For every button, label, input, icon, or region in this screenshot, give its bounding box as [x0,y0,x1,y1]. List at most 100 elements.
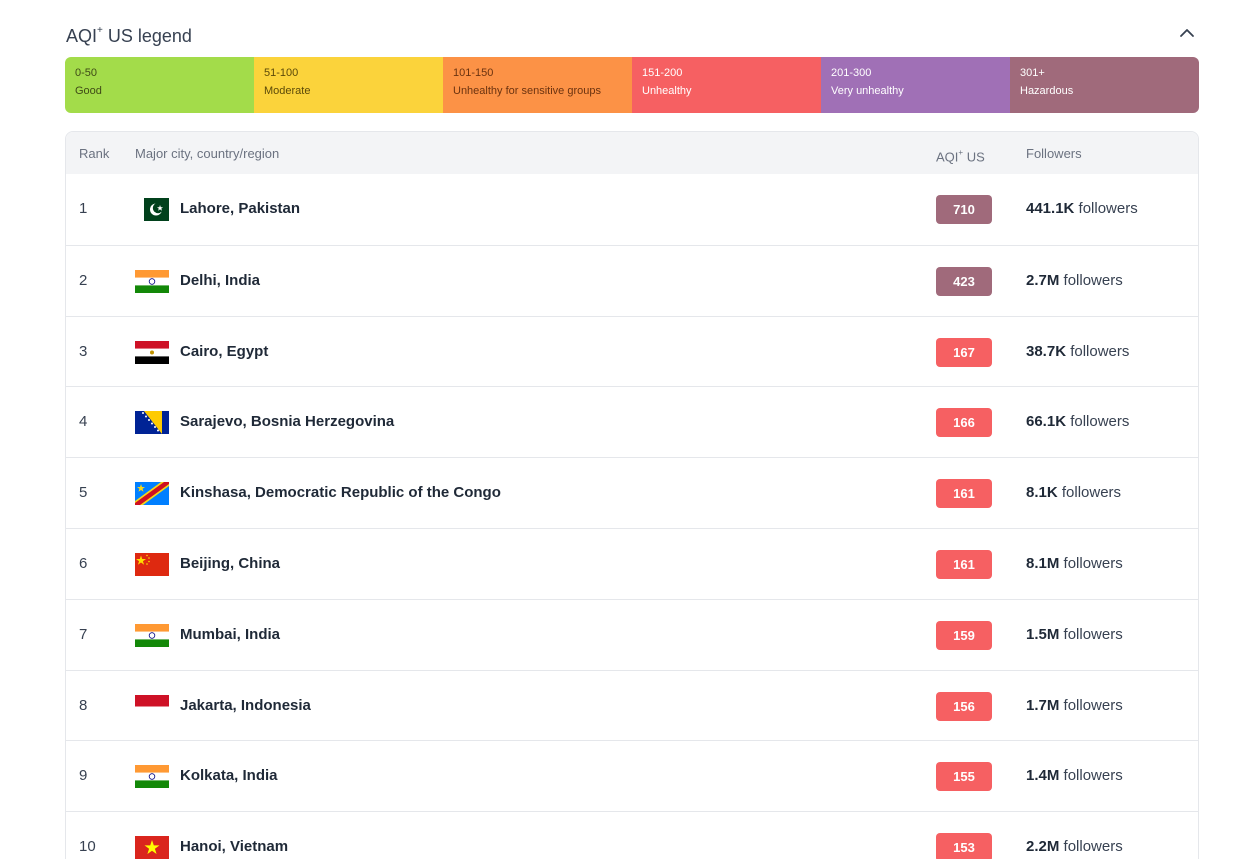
city-link[interactable]: Beijing, China [180,529,280,599]
table-row[interactable]: 7 Mumbai, India 159 1.5M followers [66,598,1198,670]
city-link[interactable]: Hanoi, Vietnam [180,812,288,859]
flag-icon [135,482,169,506]
aqi-badge: 166 [936,408,992,438]
legend-unhealthy-sensitive: 101-150 Unhealthy for sensitive groups [443,57,632,113]
legend-unhealthy: 151-200 Unhealthy [632,57,821,113]
followers-cell: 1.7M followers [1026,671,1123,741]
aqi-badge: 156 [936,691,992,721]
city-link[interactable]: Sarajevo, Bosnia Herzegovina [180,387,394,457]
followers-count: 1.5M [1026,625,1060,643]
rank-cell: 6 [79,554,88,572]
legend-label: Good [75,85,102,97]
table-row[interactable]: 2 Delhi, India 423 2.7M followers [66,244,1198,316]
rank-cell: 9 [79,767,88,785]
legend-range: 51-100 [264,67,299,79]
flag-icon [135,694,169,718]
header-aqi-suffix: US [963,149,985,165]
legend-range: 301+ [1020,67,1045,79]
followers-count: 8.1K [1026,484,1058,502]
flag-icon [135,269,169,293]
followers-cell: 8.1M followers [1026,529,1123,599]
followers-cell: 8.1K followers [1026,458,1121,528]
followers-cell: 2.7M followers [1026,246,1123,316]
followers-suffix: followers [1059,625,1123,643]
aqi-badge: 710 [936,195,992,224]
legend-label: Unhealthy for sensitive groups [453,85,601,97]
followers-count: 38.7K [1026,342,1067,360]
city-link[interactable]: Mumbai, India [180,600,280,670]
flag-icon [135,623,169,647]
aqi-badge: 161 [936,479,992,509]
followers-count: 2.2M [1026,838,1060,856]
followers-cell: 66.1K followers [1026,387,1129,457]
followers-suffix: followers [1074,200,1138,217]
title-superscript: + [97,25,103,36]
followers-suffix: followers [1066,342,1130,360]
rank-cell: 3 [79,342,88,360]
table-row[interactable]: 8 Jakarta, Indonesia 156 1.7M followers [66,669,1198,741]
followers-count: 2.7M [1026,271,1060,289]
followers-suffix: followers [1059,271,1123,289]
followers-cell: 1.4M followers [1026,741,1123,811]
followers-suffix: followers [1057,484,1122,502]
city-link[interactable]: Cairo, Egypt [180,317,268,387]
flag-icon [135,340,169,364]
legend-label: Very unhealthy [831,85,904,97]
followers-cell: 1.5M followers [1026,600,1123,670]
flag-icon [135,765,169,789]
rank-cell: 8 [79,696,88,714]
table-row[interactable]: 3 Cairo, Egypt 167 38.7K followers [66,315,1198,387]
header-aqi-sup: + [958,148,964,157]
title-suffix: US legend [102,26,192,46]
table-row[interactable]: 6 Beijing, China 161 8.1M followers [66,527,1198,599]
flag-icon [135,411,169,435]
legend-range: 101-150 [453,67,494,79]
city-link[interactable]: Delhi, India [180,246,260,316]
table-row[interactable]: 1 Lahore, Pakistan 710 441.1K followers [66,174,1198,245]
city-link[interactable]: Kinshasa, Democratic Republic of the Con… [180,458,501,528]
title-text: AQI [66,26,98,46]
legend-label: Unhealthy [642,85,692,97]
legend-header: AQI+ US legend [66,20,1198,46]
followers-suffix: followers [1059,767,1123,785]
aqi-badge: 423 [936,266,992,296]
followers-suffix: followers [1059,696,1123,714]
table-header: Rank Major city, country/region AQI+ US … [66,132,1198,174]
followers-count: 66.1K [1026,413,1067,431]
city-link[interactable]: Jakarta, Indonesia [180,671,311,741]
table-row[interactable]: 9 Kolkata, India 155 1.4M followers [66,740,1198,811]
city-ranking-table: Rank Major city, country/region AQI+ US … [65,131,1199,859]
flag-icon [135,198,169,221]
city-link[interactable]: Kolkata, India [180,741,278,811]
table-body: 1 Lahore, Pakistan 710 441.1K followers 2 Del… [66,174,1198,859]
table-row[interactable]: 5 Kinshasa, Democratic Republic of the Co… [66,457,1198,528]
rank-cell: 5 [79,484,88,502]
legend-label: Moderate [264,85,311,97]
city-link[interactable]: Lahore, Pakistan [180,174,300,244]
header-aqi: AQI+ US [936,132,985,179]
rank-cell: 4 [79,413,88,431]
aqi-badge: 167 [936,337,992,367]
followers-cell: 38.7K followers [1026,317,1129,387]
rank-cell: 10 [79,838,96,856]
table-row[interactable]: 4 Sarajevo, Bosnia Herzegovina 166 66.1K fo… [66,386,1198,457]
rank-cell: 2 [79,271,88,289]
page-title: AQI+ US legend [66,20,1198,49]
followers-suffix: followers [1059,554,1123,572]
legend-range: 0-50 [75,67,98,79]
header-aqi-text: AQI [936,149,959,165]
aqi-badge: 161 [936,549,992,579]
aqi-badge: 159 [936,620,992,650]
aqi-badge: 155 [936,762,992,792]
aqi-badge: 153 [936,833,992,859]
chevron-up-icon[interactable] [1176,22,1198,44]
followers-cell: 441.1K followers [1026,174,1138,244]
legend-moderate: 51-100 Moderate [254,57,443,113]
legend-good: 0-50 Good [65,57,254,113]
flag-icon [135,836,169,859]
followers-count: 1.4M [1026,767,1060,785]
followers-count: 1.7M [1026,696,1060,714]
followers-count: 441.1K [1026,200,1075,217]
followers-suffix: followers [1066,413,1130,431]
table-row[interactable]: 10 Hanoi, Vietnam 153 2.2M followers [66,811,1198,859]
